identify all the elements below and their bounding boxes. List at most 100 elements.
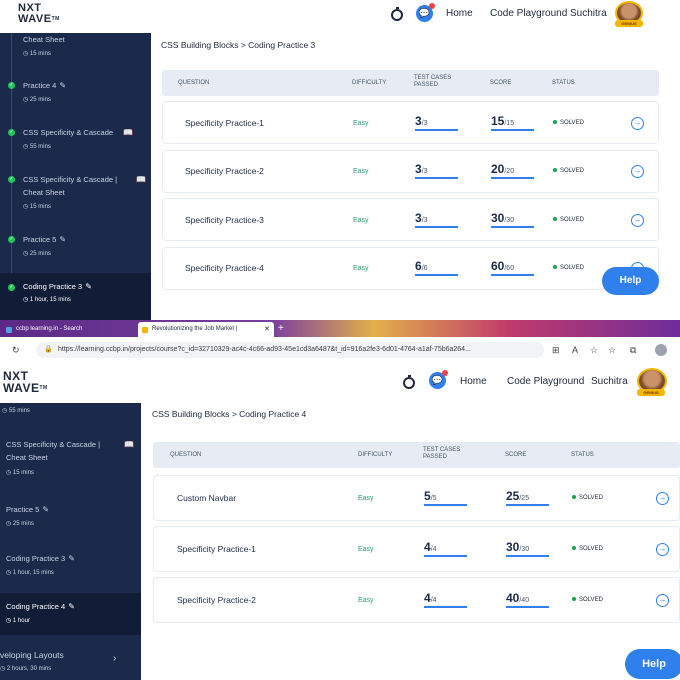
read-aloud-icon[interactable]: A xyxy=(572,345,578,355)
arrow-right-icon[interactable]: → xyxy=(656,594,669,607)
score-value: 40 xyxy=(506,591,520,605)
breadcrumb[interactable]: CSS Building Blocks > Coding Practice 3 xyxy=(161,40,315,50)
pencil-icon: ✎ xyxy=(85,282,92,291)
tests-total: /3 xyxy=(421,119,428,127)
chat-icon[interactable]: 💬 xyxy=(416,3,435,22)
stopwatch-icon[interactable] xyxy=(403,375,415,389)
breadcrumb[interactable]: CSS Building Blocks > Coding Practice 4 xyxy=(152,409,306,419)
sidebar-item-practice-4[interactable]: ✓ Practice 4✎ 25 mins xyxy=(0,79,151,107)
difficulty-label: Easy xyxy=(353,265,369,272)
nav-code-playground-link[interactable]: Code Playground xyxy=(507,376,584,387)
question-row[interactable]: Specificity Practice-1 Easy 3/3 15/15 SOLVED… xyxy=(162,101,659,144)
question-name[interactable]: Specificity Practice-1 xyxy=(185,118,264,128)
status-badge: SOLVED xyxy=(553,265,584,271)
bottom-screen: NXT WAVETM 💬 Home Code Playground Suchit… xyxy=(0,366,680,680)
browser-tab-active[interactable]: Revolutionizing the Job Market | ✕ xyxy=(138,322,274,337)
reload-icon[interactable]: ↻ xyxy=(12,345,20,356)
sidebar-item-css-specificity[interactable]: 55 mins xyxy=(0,403,141,417)
arrow-right-icon[interactable]: → xyxy=(656,543,669,556)
sidebar-item-label: CSS Specificity & Cascade | xyxy=(6,440,101,449)
sidebar-item-css-specificity[interactable]: ✓ CSS Specificity & Cascade 📖 55 mins xyxy=(0,126,151,154)
sidebar-item-css-cheat-sheet[interactable]: ✓ CSS Specificity & Cascade | Cheat Shee… xyxy=(0,173,151,213)
question-row[interactable]: Specificity Practice-1 Easy 4/4 30/30 SOLVED… xyxy=(153,526,680,572)
th-score: SCORE xyxy=(505,452,527,458)
sidebar-item-coding-practice-3[interactable]: Coding Practice 3✎ 1 hour, 15 mins xyxy=(0,552,141,580)
arrow-right-icon[interactable]: → xyxy=(631,165,644,178)
question-name[interactable]: Custom Navbar xyxy=(177,493,236,503)
th-question: QUESTION xyxy=(170,452,202,458)
stopwatch-icon[interactable] xyxy=(391,7,403,21)
grid-icon[interactable]: ⊞ xyxy=(552,345,560,356)
question-row[interactable]: Specificity Practice-4 Easy 6/6 60/60 SOLVED… xyxy=(162,246,659,290)
score-bar xyxy=(506,555,549,557)
user-name[interactable]: Suchitra xyxy=(570,8,607,19)
url-field[interactable]: 🔒 https://learning.ccbp.in/projects/cour… xyxy=(36,342,544,358)
sidebar-item-practice-5[interactable]: ✓ Practice 5✎ 25 mins xyxy=(0,233,151,261)
question-row[interactable]: Specificity Practice-2 Easy 3/3 20/20 SOLVED… xyxy=(162,149,659,193)
user-name[interactable]: Suchitra xyxy=(591,376,628,387)
question-name[interactable]: Specificity Practice-2 xyxy=(177,595,256,605)
sidebar-item-practice-5[interactable]: Practice 5✎ 25 mins xyxy=(0,503,141,531)
sidebar-item-cheat-sheet[interactable]: Cheat Sheet 15 mins xyxy=(0,33,151,61)
browser-tab-search[interactable]: ccbp learning.in - Search xyxy=(2,322,136,337)
arrow-right-icon[interactable]: → xyxy=(631,116,644,130)
lock-icon: 🔒 xyxy=(44,346,53,353)
sidebar-item-label: Practice 4 xyxy=(23,81,57,90)
chat-icon[interactable]: 💬 xyxy=(429,370,448,389)
score: 15/15 xyxy=(491,112,534,131)
favorites-icon[interactable]: ☆ xyxy=(608,345,616,356)
score: 25/25 xyxy=(506,487,549,506)
question-row[interactable]: Specificity Practice-2 Easy 4/4 40/40 SOLVED… xyxy=(153,577,680,623)
question-row[interactable]: Specificity Practice-3 Easy 3/3 30/30 SOLVED… xyxy=(162,198,659,241)
help-button[interactable]: Help xyxy=(625,649,680,679)
sidebar-item-developing-layouts[interactable]: veloping Layouts 2 hours, 30 mins › xyxy=(0,645,141,680)
question-name[interactable]: Specificity Practice-4 xyxy=(185,263,264,273)
sidebar-item-coding-practice-3[interactable]: ✓ Coding Practice 3✎ 1 hour, 15 mins xyxy=(0,273,151,320)
chat-glyph: 💬 xyxy=(431,375,444,385)
score-value: 15 xyxy=(491,113,505,128)
question-name[interactable]: Specificity Practice-1 xyxy=(177,544,256,554)
avatar[interactable]: GENIUS xyxy=(615,1,643,27)
nav-code-playground-link[interactable]: Code Playground xyxy=(490,8,567,19)
sidebar-item-css-cheat-sheet[interactable]: CSS Specificity & Cascade | Cheat Sheet … xyxy=(0,438,141,480)
score-bar xyxy=(491,177,534,179)
tests-value: 3 xyxy=(415,113,422,128)
new-tab-button[interactable]: + xyxy=(278,322,284,335)
nav-home-link[interactable]: Home xyxy=(460,376,487,387)
tests-value: 4 xyxy=(424,540,431,554)
tests-total: /3 xyxy=(421,168,428,175)
logo-tm: TM xyxy=(39,385,48,391)
nav-home-link[interactable]: Home xyxy=(446,8,473,19)
sidebar-item-time: 1 hour xyxy=(6,617,30,624)
status-badge: SOLVED xyxy=(572,546,603,552)
status-badge: SOLVED xyxy=(572,597,603,603)
avatar[interactable]: GENIUS xyxy=(637,368,667,396)
tests-value: 5 xyxy=(424,489,431,503)
arrow-right-icon[interactable]: → xyxy=(631,213,644,227)
nxtwave-logo[interactable]: NXT WAVETM xyxy=(3,370,48,394)
score-total: /60 xyxy=(504,265,515,272)
collections-icon[interactable]: ⧉ xyxy=(630,345,636,356)
th-tests-2: PASSED xyxy=(423,454,447,460)
close-tab-icon[interactable]: ✕ xyxy=(264,322,270,337)
question-row[interactable]: Custom Navbar Easy 5/5 25/25 SOLVED → xyxy=(153,475,680,521)
genius-badge: GENIUS xyxy=(637,389,665,396)
logo-line2: WAVE xyxy=(3,381,40,395)
score-bar xyxy=(506,606,549,608)
sidebar-item-coding-practice-4[interactable]: Coding Practice 4✎ 1 hour xyxy=(0,593,141,635)
sidebar-item-time: 55 mins xyxy=(23,143,51,150)
nxtwave-logo[interactable]: NXT WAVETM xyxy=(18,3,60,25)
question-name[interactable]: Specificity Practice-3 xyxy=(185,215,264,225)
sidebar-item-label: Coding Practice 3 xyxy=(6,554,66,563)
help-button[interactable]: Help xyxy=(602,267,659,295)
arrow-right-icon[interactable]: → xyxy=(656,492,669,505)
top-header: NXT WAVETM 💬 Home Code Playground Suchit… xyxy=(0,0,680,33)
question-name[interactable]: Specificity Practice-2 xyxy=(185,166,264,176)
profile-icon[interactable] xyxy=(655,344,667,356)
star-icon[interactable]: ☆ xyxy=(590,345,598,356)
tests-total: /6 xyxy=(421,265,428,272)
pencil-icon: ✎ xyxy=(59,81,67,90)
tab-title: ccbp learning.in - Search xyxy=(16,326,83,332)
status-text: SOLVED xyxy=(560,168,584,174)
pencil-icon: ✎ xyxy=(59,235,67,244)
